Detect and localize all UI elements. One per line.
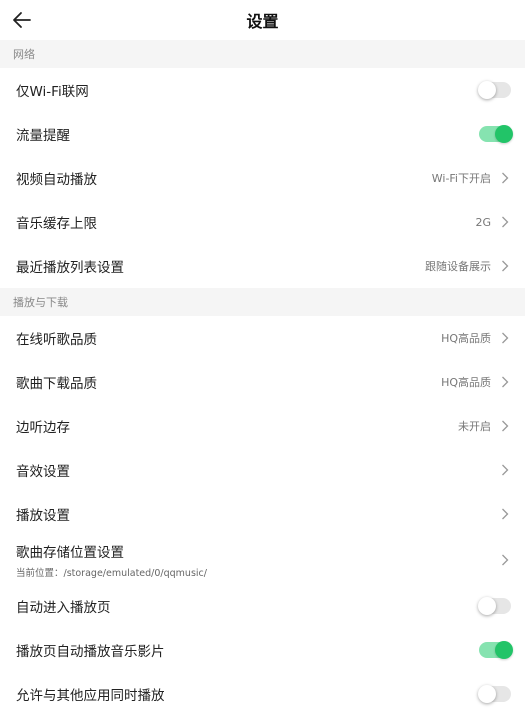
page-title: 设置 [246,12,279,31]
video-autoplay-label: 视频自动播放 [16,172,97,188]
toggle-knob [478,685,496,703]
video-autoplay-value: Wi-Fi下开启 [431,172,491,185]
sound-effect-row[interactable]: 音效设置 [0,448,525,492]
download-quality-label: 歌曲下载品质 [16,376,97,392]
auto-play-mv-toggle[interactable] [479,641,513,659]
chevron-right-icon [502,172,509,184]
playback-settings-row[interactable]: 播放设置 [0,492,525,536]
auto-enter-player-toggle[interactable] [478,597,511,615]
data-alert-label: 流量提醒 [16,128,70,144]
wifi-only-row[interactable]: 仅Wi-Fi联网 [0,68,525,112]
auto-enter-player-row[interactable]: 自动进入播放页 [0,584,525,628]
auto-play-mv-row[interactable]: 播放页自动播放音乐影片 [0,628,525,672]
sound-effect-label: 音效设置 [16,464,70,480]
cache-while-listen-value: 未开启 [458,420,491,433]
wifi-only-toggle[interactable] [478,81,511,99]
storage-location-path: 当前位置：/storage/emulated/0/qqmusic/ [16,568,207,579]
toggle-knob [478,81,496,99]
online-quality-label: 在线听歌品质 [16,332,97,348]
allow-other-apps-label: 允许与其他应用同时播放 [16,688,165,704]
music-cache-row[interactable]: 音乐缓存上限 2G [0,200,525,244]
chevron-right-icon [502,508,509,520]
allow-other-apps-row[interactable]: 允许与其他应用同时播放 [0,672,525,716]
download-quality-row[interactable]: 歌曲下载品质 HQ高品质 [0,360,525,404]
wifi-only-label: 仅Wi-Fi联网 [16,84,89,100]
chevron-right-icon [502,376,509,388]
playback-settings-label: 播放设置 [16,508,70,524]
storage-location-row[interactable]: 歌曲存储位置设置 当前位置：/storage/emulated/0/qqmusi… [0,536,525,584]
toggle-knob [478,597,496,615]
chevron-right-icon [502,554,509,566]
chevron-right-icon [502,420,509,432]
auto-enter-player-label: 自动进入播放页 [16,600,111,616]
toggle-knob [495,641,513,659]
storage-location-labels: 歌曲存储位置设置 当前位置：/storage/emulated/0/qqmusi… [16,541,501,579]
online-quality-value: HQ高品质 [441,332,491,345]
cache-while-listen-row[interactable]: 边听边存 未开启 [0,404,525,448]
video-autoplay-row[interactable]: 视频自动播放 Wi-Fi下开启 [0,156,525,200]
arrow-left-icon[interactable] [10,8,34,32]
music-cache-label: 音乐缓存上限 [16,216,97,232]
data-alert-toggle[interactable] [479,125,513,143]
music-cache-value: 2G [475,215,491,229]
allow-other-apps-toggle[interactable] [478,685,511,703]
section-network: 网络 [0,40,525,68]
download-quality-value: HQ高品质 [441,376,491,389]
recent-list-row[interactable]: 最近播放列表设置 跟随设备展示 [0,244,525,288]
cache-while-listen-label: 边听边存 [16,420,70,436]
header: 设置 [0,0,525,40]
storage-location-label: 歌曲存储位置设置 [16,545,124,561]
chevron-right-icon [502,464,509,476]
chevron-right-icon [502,332,509,344]
recent-list-value: 跟随设备展示 [425,260,491,273]
chevron-right-icon [502,216,509,228]
recent-list-label: 最近播放列表设置 [16,260,124,276]
online-quality-row[interactable]: 在线听歌品质 HQ高品质 [0,316,525,360]
toggle-knob [495,125,513,143]
auto-play-mv-label: 播放页自动播放音乐影片 [16,644,165,660]
section-playback: 播放与下载 [0,288,525,316]
chevron-right-icon [502,260,509,272]
data-alert-row[interactable]: 流量提醒 [0,112,525,156]
